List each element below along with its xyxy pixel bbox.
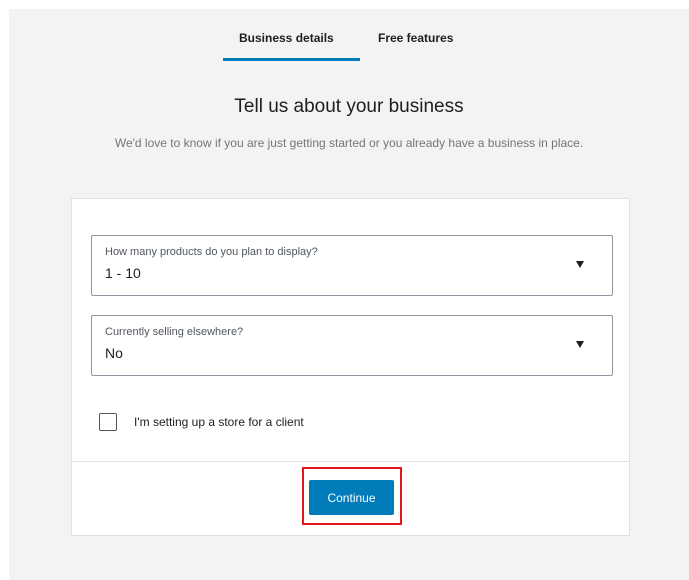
caret-down-icon (576, 261, 584, 268)
client-store-checkbox[interactable] (99, 413, 117, 431)
page-background: Business details Free features Tell us a… (9, 9, 689, 580)
caret-down-icon (576, 341, 584, 348)
active-tab-indicator (223, 58, 360, 61)
page-subtitle: We'd love to know if you are just gettin… (114, 136, 584, 150)
card-footer-divider (72, 461, 629, 462)
selling-elsewhere-select[interactable]: Currently selling elsewhere? No (91, 315, 613, 376)
business-details-card: How many products do you plan to display… (71, 198, 630, 536)
selling-elsewhere-value: No (105, 345, 123, 361)
tab-bar: Business details Free features (9, 31, 689, 71)
products-count-value: 1 - 10 (105, 265, 141, 281)
products-count-label: How many products do you plan to display… (105, 246, 318, 258)
continue-button[interactable]: Continue (309, 480, 394, 515)
client-store-label: I'm setting up a store for a client (134, 415, 304, 429)
products-count-select[interactable]: How many products do you plan to display… (91, 235, 613, 296)
selling-elsewhere-label: Currently selling elsewhere? (105, 326, 244, 338)
page-title: Tell us about your business (234, 96, 464, 117)
tab-free-features[interactable]: Free features (378, 31, 453, 45)
tab-business-details[interactable]: Business details (239, 31, 334, 45)
